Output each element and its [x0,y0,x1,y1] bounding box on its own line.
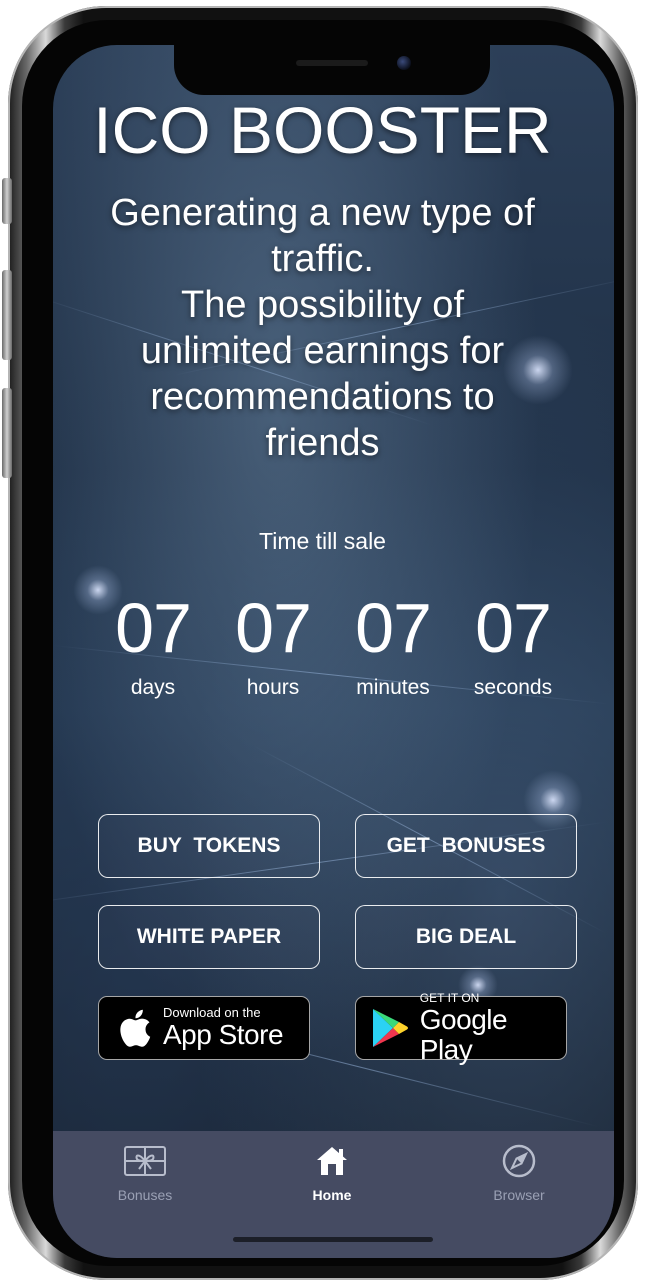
countdown-seconds: 07 seconds [453,588,573,700]
tagline: Generating a new type of traffic. The po… [20,190,625,466]
home-indicator[interactable] [233,1237,433,1242]
countdown-minutes: 07 minutes [333,588,453,700]
app-store-caption: Download on the [163,1005,261,1020]
apple-icon [115,1008,155,1048]
google-play-text: GET IT ON Google Play [420,991,566,1065]
countdown-value: 07 [355,589,432,667]
tab-label: Bonuses [117,1187,173,1203]
volume-up-button [2,270,12,360]
app-store-badge[interactable]: Download on the App Store [98,996,310,1060]
app-store-name: App Store [163,1019,284,1050]
countdown-unit-label: days [130,676,176,699]
countdown-label: Time till sale [259,528,386,554]
front-camera [397,56,411,70]
mute-switch [2,178,12,224]
countdown-unit-label: seconds [473,676,553,699]
tab-label: Home [312,1187,352,1203]
countdown-unit-label: minutes [356,676,430,699]
home-icon [262,1143,402,1179]
tab-home[interactable]: Home [262,1143,402,1203]
speaker-grille [296,60,368,66]
white-paper-button[interactable]: WHITE PAPER [98,905,320,969]
tab-label: Browser [493,1187,545,1203]
google-play-icon [370,1007,410,1049]
volume-down-button [2,388,12,478]
app-store-text: Download on the App Store [163,1005,284,1050]
countdown-value: 07 [115,589,192,667]
countdown-days: 07 days [93,588,213,700]
tagline-line: friends [265,422,380,464]
countdown-hours: 07 hours [213,588,333,700]
tagline-line: The possibility of [180,284,464,326]
tagline-line: unlimited earnings for [140,330,505,372]
tab-bonuses[interactable]: Bonuses [75,1143,215,1203]
google-play-name: Google Play [419,1004,508,1065]
compass-icon [449,1143,589,1179]
countdown-value: 07 [235,589,312,667]
countdown-unit-label: hours [246,676,300,699]
app-title: ICO BOOSTER [93,93,552,167]
tab-browser[interactable]: Browser [449,1143,589,1203]
buy-tokens-button[interactable]: BUY TOKENS [98,814,320,878]
get-bonuses-button[interactable]: GET BONUSES [355,814,577,878]
tagline-line: recommendations to [150,376,495,418]
tagline-line: traffic. [271,238,374,280]
google-play-badge[interactable]: GET IT ON Google Play [355,991,567,1065]
tagline-line: Generating a new type of [110,192,535,234]
gift-icon [75,1143,215,1179]
google-play-caption: GET IT ON [419,991,480,1005]
countdown-timer: 07 days 07 hours 07 minutes 07 seconds [93,588,573,700]
countdown-value: 07 [475,589,552,667]
big-deal-button[interactable]: BIG DEAL [355,905,577,969]
notch [174,45,490,95]
